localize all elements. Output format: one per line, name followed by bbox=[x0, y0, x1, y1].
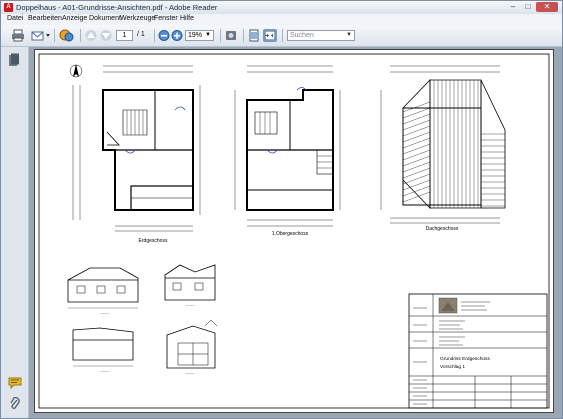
chevron-down-icon: ▼ bbox=[205, 32, 211, 38]
close-button[interactable]: ✕ bbox=[536, 2, 558, 12]
window-title: Doppelhaus - A01-Grundrisse-Ansichten.pd… bbox=[16, 3, 218, 12]
email-icon[interactable] bbox=[31, 29, 50, 42]
printer-icon[interactable] bbox=[11, 29, 25, 42]
sign-icon[interactable] bbox=[224, 29, 238, 42]
plan-dachgeschoss bbox=[380, 65, 506, 224]
adobe-reader-icon: A bbox=[4, 3, 13, 12]
zoom-in-icon[interactable] bbox=[170, 29, 184, 42]
maximize-button[interactable]: □ bbox=[521, 2, 535, 12]
plan-label-erdgeschoss: Erdgeschoss bbox=[139, 238, 168, 244]
toolbar: 1 / 1 19% ▼ Suchen ▼ bbox=[1, 25, 562, 47]
menu-hilfe[interactable]: Hilfe bbox=[180, 15, 194, 22]
zoom-value: 19% bbox=[188, 32, 203, 39]
svg-text:———: ——— bbox=[186, 371, 195, 375]
reader-window: A Doppelhaus - A01-Grundrisse-Ansichten.… bbox=[0, 0, 563, 419]
pages-panel-icon[interactable] bbox=[8, 53, 20, 67]
menu-fenster[interactable]: Fenster bbox=[154, 15, 178, 22]
plan-label-obergeschoss: 1.Obergeschoss bbox=[272, 231, 309, 237]
svg-text:———: ——— bbox=[101, 369, 110, 373]
search-placeholder: Suchen bbox=[290, 32, 314, 39]
menu-datei[interactable]: Datei bbox=[7, 15, 23, 22]
fit-page-icon[interactable] bbox=[247, 29, 261, 42]
arrow-down-icon[interactable] bbox=[99, 29, 113, 42]
menu-dokument[interactable]: Dokument bbox=[89, 15, 121, 22]
page-total-label: / 1 bbox=[137, 31, 145, 38]
navigation-panel bbox=[1, 47, 29, 418]
architectural-drawing: Erdgeschoss 1.Obergeschoss Dachgeschoss bbox=[38, 53, 550, 409]
menu-bearbeiten[interactable]: Bearbeiten bbox=[28, 15, 62, 22]
menu-anzeige[interactable]: Anzeige bbox=[62, 15, 87, 22]
title-block-subtitle: Vorschlag 1 bbox=[440, 364, 465, 370]
menu-werkzeuge[interactable]: Werkzeuge bbox=[120, 15, 155, 22]
search-input[interactable]: Suchen ▼ bbox=[287, 30, 355, 41]
search-dropdown-icon[interactable]: ▼ bbox=[346, 31, 352, 40]
zoom-out-icon[interactable] bbox=[157, 29, 171, 42]
svg-text:———: ——— bbox=[101, 311, 110, 315]
title-bar: A Doppelhaus - A01-Grundrisse-Ansichten.… bbox=[1, 1, 562, 14]
north-arrow-icon bbox=[69, 64, 83, 78]
plan-erdgeschoss bbox=[72, 65, 201, 232]
menu-bar: Datei Bearbeiten Anzeige Dokument Werkze… bbox=[1, 14, 562, 25]
fit-width-icon[interactable] bbox=[263, 29, 277, 42]
collaborate-icon[interactable] bbox=[59, 29, 74, 42]
plan-label-dachgeschoss: Dachgeschoss bbox=[426, 226, 459, 232]
svg-text:———: ——— bbox=[186, 303, 195, 307]
arrow-up-icon[interactable] bbox=[84, 29, 98, 42]
comment-icon[interactable] bbox=[8, 377, 22, 390]
elevation-views bbox=[67, 264, 218, 369]
page-number-input[interactable]: 1 bbox=[116, 30, 133, 41]
title-block bbox=[408, 293, 548, 409]
minimize-button[interactable]: – bbox=[506, 2, 520, 12]
pdf-page: Erdgeschoss 1.Obergeschoss Dachgeschoss bbox=[34, 49, 554, 413]
zoom-level-select[interactable]: 19% ▼ bbox=[185, 30, 214, 41]
paperclip-icon[interactable] bbox=[9, 397, 21, 411]
plan-obergeschoss bbox=[234, 65, 341, 227]
title-block-title: Grundriss Erdgeschoss bbox=[440, 356, 490, 362]
